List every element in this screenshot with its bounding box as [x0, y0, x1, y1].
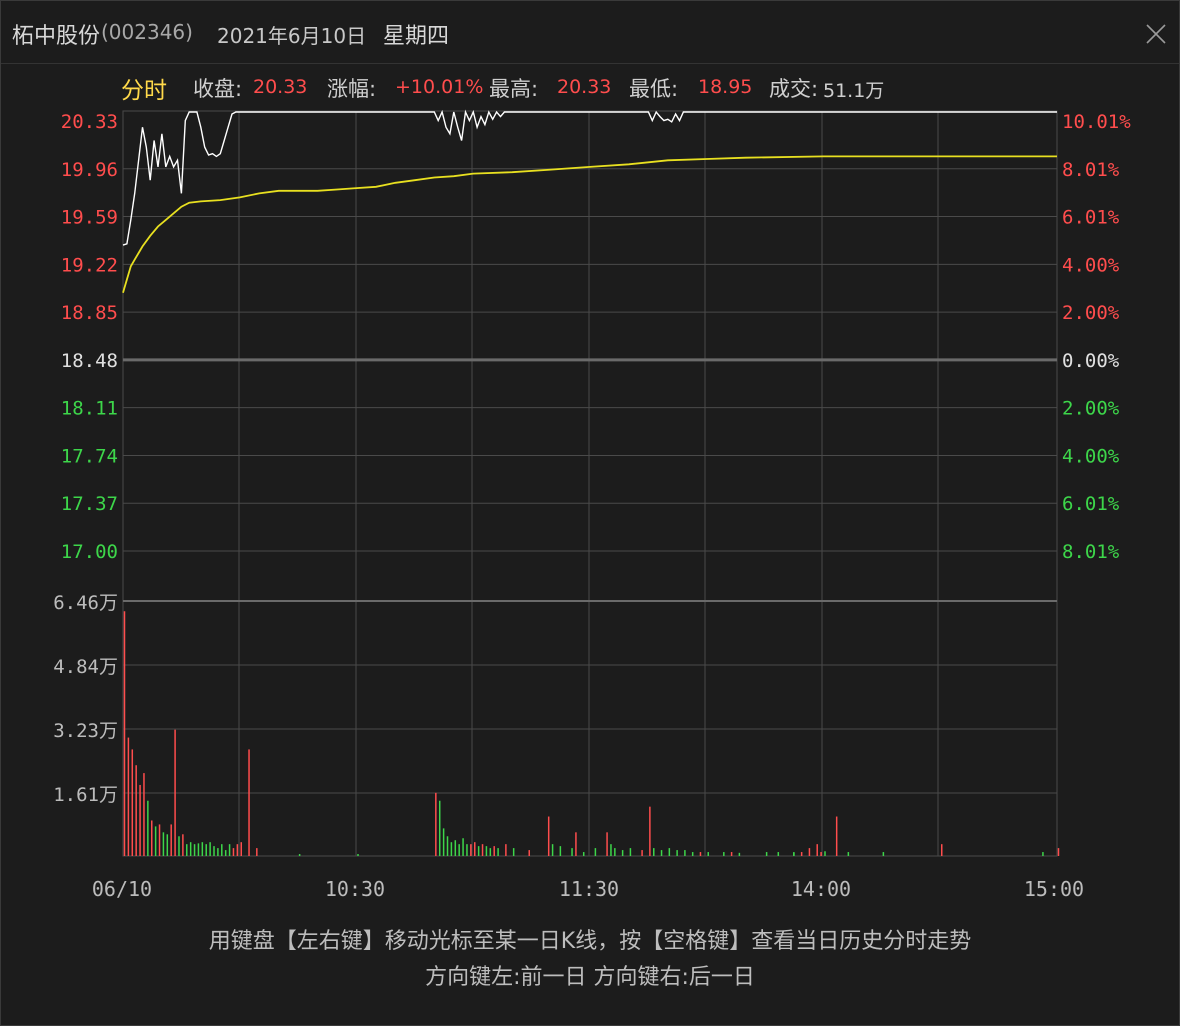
intraday-window: 柘中股份 (002346) 2021年6月10日 星期四 分时 收盘: 20.3…	[0, 0, 1180, 1026]
percent-tick-label: 10.01%	[1062, 111, 1131, 133]
price-tick-label: 19.22	[61, 254, 118, 276]
price-tick-label: 17.74	[61, 445, 118, 467]
time-tick-label: 10:30	[325, 877, 385, 901]
volume-tick-label: 3.23万	[53, 720, 118, 742]
price-tick-label: 20.33	[61, 111, 118, 133]
price-tick-label: 17.00	[61, 541, 118, 563]
volume-tick-label: 1.61万	[53, 784, 118, 806]
price-tick-label: 18.85	[61, 302, 118, 324]
percent-tick-label: 8.01%	[1062, 159, 1120, 181]
volume-bars	[123, 611, 1060, 856]
percent-tick-label: 2.00%	[1062, 302, 1120, 324]
percent-tick-label: 4.00%	[1062, 445, 1120, 467]
keyboard-hint: 用键盘【左右键】移动光标至某一日K线，按【空格键】查看当日历史分时走势	[208, 929, 972, 954]
time-tick-label: 11:30	[559, 877, 619, 901]
percent-tick-label: 0.00%	[1062, 350, 1120, 372]
price-line	[122, 109, 1057, 246]
percent-axis-labels: 10.01% 8.01% 6.01% 4.00% 2.00% 0.00% 2.00% 4.00…	[1062, 111, 1131, 563]
percent-tick-label: 4.00%	[1062, 254, 1120, 276]
price-axis-labels: 20.33 19.96 19.59 19.22 18.85 18.48 18.11 17.74…	[61, 111, 118, 563]
price-tick-label: 18.11	[61, 398, 118, 420]
plot-border	[122, 110, 1058, 857]
time-tick-label: 15:00	[1024, 877, 1084, 901]
arrow-key-hint: 方向键左:前一日 方向键右:后一日	[425, 965, 755, 990]
price-tick-label: 17.37	[61, 493, 118, 515]
percent-tick-label: 2.00%	[1062, 398, 1120, 420]
price-lines	[122, 109, 1057, 294]
average-line	[122, 155, 1057, 294]
time-tick-label: 06/10	[92, 877, 152, 901]
volume-tick-label: 6.46万	[53, 592, 118, 614]
time-tick-label: 14:00	[791, 877, 851, 901]
volume-axis-labels: 6.46万 4.84万 3.23万 1.61万	[53, 592, 118, 806]
price-tick-label: 19.59	[61, 207, 118, 229]
price-tick-label: 19.96	[61, 159, 118, 181]
percent-tick-label: 8.01%	[1062, 541, 1120, 563]
price-tick-label: 18.48	[61, 350, 118, 372]
percent-tick-label: 6.01%	[1062, 493, 1120, 515]
time-axis-labels: 06/10 10:30 11:30 14:00 15:00	[92, 877, 1084, 901]
percent-tick-label: 6.01%	[1062, 207, 1120, 229]
intraday-chart[interactable]: 20.33 19.96 19.59 19.22 18.85 18.48 18.11 17.74…	[1, 1, 1179, 911]
volume-tick-label: 4.84万	[53, 656, 118, 678]
chart-grid	[122, 110, 1058, 857]
